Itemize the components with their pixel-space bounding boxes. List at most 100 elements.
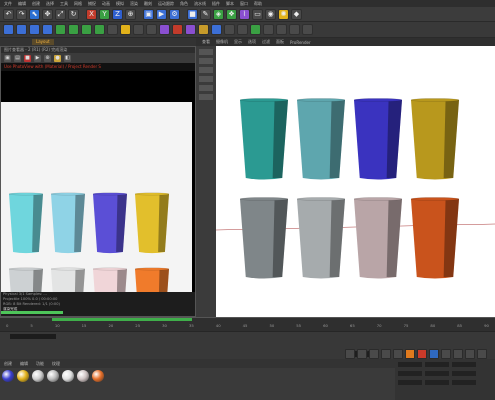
viewport-cup[interactable] <box>410 197 460 279</box>
axis-x-icon[interactable]: X <box>86 8 97 20</box>
floor-icon[interactable] <box>133 24 144 35</box>
render-icon[interactable]: ▶ <box>34 54 41 62</box>
pos-y-field[interactable] <box>398 371 422 376</box>
menu-item[interactable]: 雕刻 <box>144 1 152 7</box>
sky-icon[interactable] <box>146 24 157 35</box>
viewport-menu-item[interactable]: 摄像机 <box>216 39 228 45</box>
param-key-icon[interactable] <box>477 349 487 359</box>
size-z-field[interactable] <box>425 380 449 385</box>
save-icon[interactable]: ▣ <box>4 54 11 62</box>
viewport-menu-item[interactable]: 查看 <box>202 39 210 45</box>
light-icon[interactable]: ✺ <box>278 8 289 20</box>
menu-item[interactable]: 窗口 <box>240 1 248 7</box>
viewport-menu-item[interactable]: 过滤 <box>262 39 270 45</box>
render-icon[interactable]: ▶ <box>156 8 167 20</box>
menu-item[interactable]: 流水线 <box>194 1 206 7</box>
next-frame-icon[interactable] <box>381 349 391 359</box>
display-icon[interactable] <box>302 24 313 35</box>
menu-item[interactable]: 插件 <box>212 1 220 7</box>
size-x-field[interactable] <box>425 362 449 367</box>
spline-icon[interactable] <box>55 24 66 35</box>
render-cup[interactable] <box>8 267 44 329</box>
material-menu-item[interactable]: 创建 <box>4 361 12 367</box>
prev-frame-icon[interactable] <box>357 349 367 359</box>
size-y-field[interactable] <box>425 371 449 376</box>
viewport-menu-item[interactable]: 面板 <box>276 39 284 45</box>
go-end-icon[interactable] <box>393 349 403 359</box>
render-settings-icon[interactable]: ⚙ <box>169 8 180 20</box>
move-key-icon[interactable] <box>441 349 451 359</box>
menu-item[interactable]: 动画 <box>102 1 110 7</box>
frame-field[interactable] <box>10 334 56 339</box>
go-start-icon[interactable] <box>345 349 355 359</box>
camera-icon[interactable]: ◉ <box>265 8 276 20</box>
material-swatch[interactable] <box>62 370 74 382</box>
move-icon[interactable]: ✥ <box>42 8 53 20</box>
menu-item[interactable]: 捕捉 <box>88 1 96 7</box>
light-icon[interactable] <box>120 24 131 35</box>
tag-icon[interactable]: ◆ <box>291 8 302 20</box>
menu-item[interactable]: 帮助 <box>254 1 262 7</box>
undo-icon[interactable]: ↶ <box>3 8 14 20</box>
viewport-cup[interactable] <box>239 197 289 279</box>
lock-icon[interactable]: ● <box>54 54 61 62</box>
subdivide-icon[interactable]: ◈ <box>213 8 224 20</box>
menu-item[interactable]: 创建 <box>32 1 40 7</box>
active-tab[interactable]: Layout <box>32 39 54 45</box>
pos-z-field[interactable] <box>398 380 422 385</box>
world-icon[interactable]: ⊕ <box>125 8 136 20</box>
viewport-cup[interactable] <box>296 197 346 279</box>
palette-button[interactable] <box>199 49 213 55</box>
camera-icon[interactable] <box>107 24 118 35</box>
material-swatch[interactable] <box>32 370 44 382</box>
copy-icon[interactable]: ▤ <box>14 54 21 62</box>
render-cup[interactable] <box>8 192 44 254</box>
cylinder-icon[interactable] <box>29 24 40 35</box>
rot-b-field[interactable] <box>452 380 476 385</box>
rot-p-field[interactable] <box>452 371 476 376</box>
material-swatch[interactable] <box>47 370 59 382</box>
material-menu-item[interactable]: 功能 <box>36 361 44 367</box>
redo-icon[interactable]: ↷ <box>16 8 27 20</box>
palette-button[interactable] <box>199 76 213 82</box>
scale-icon[interactable]: ⤢ <box>55 8 66 20</box>
viewport-cup[interactable] <box>353 197 403 279</box>
zoom-icon[interactable]: ⊕ <box>44 54 51 62</box>
viewport-menu-item[interactable]: 选项 <box>248 39 256 45</box>
tag-icon[interactable] <box>159 24 170 35</box>
menu-item[interactable]: 编辑 <box>18 1 26 7</box>
preview-range-bar[interactable] <box>52 318 192 321</box>
rotate-key-icon[interactable] <box>465 349 475 359</box>
viewport-cup[interactable] <box>353 98 403 180</box>
pos-x-field[interactable] <box>398 362 422 367</box>
menu-item[interactable]: 脚本 <box>226 1 234 7</box>
menu-item[interactable]: 工具 <box>60 1 68 7</box>
menu-item[interactable]: 运动跟踪 <box>158 1 174 7</box>
rot-h-field[interactable] <box>452 362 476 367</box>
python-icon[interactable] <box>263 24 274 35</box>
render-cup[interactable] <box>134 267 170 329</box>
axis-y-icon[interactable]: Y <box>99 8 110 20</box>
menu-item[interactable]: 文件 <box>4 1 12 7</box>
play-icon[interactable] <box>369 349 379 359</box>
deformer-icon[interactable]: ⌇ <box>239 8 250 20</box>
material-swatch[interactable] <box>17 370 29 382</box>
material-menu-item[interactable]: 纹理 <box>52 361 60 367</box>
rotate-icon[interactable]: ↻ <box>68 8 79 20</box>
boole-icon[interactable] <box>94 24 105 35</box>
palette-button[interactable] <box>199 58 213 64</box>
compare-icon[interactable]: ◧ <box>64 54 71 62</box>
render-cup[interactable] <box>50 267 86 329</box>
effector-icon[interactable] <box>211 24 222 35</box>
nurbs-icon[interactable] <box>68 24 79 35</box>
array-icon[interactable] <box>81 24 92 35</box>
sphere-icon[interactable] <box>16 24 27 35</box>
material-swatch[interactable] <box>92 370 104 382</box>
layer-icon[interactable] <box>289 24 300 35</box>
sculpt-icon[interactable] <box>237 24 248 35</box>
viewport-cup[interactable] <box>239 98 289 180</box>
stop-icon[interactable]: ■ <box>24 54 31 62</box>
palette-button[interactable] <box>199 67 213 73</box>
render-cup[interactable] <box>92 192 128 254</box>
palette-button[interactable] <box>199 85 213 91</box>
